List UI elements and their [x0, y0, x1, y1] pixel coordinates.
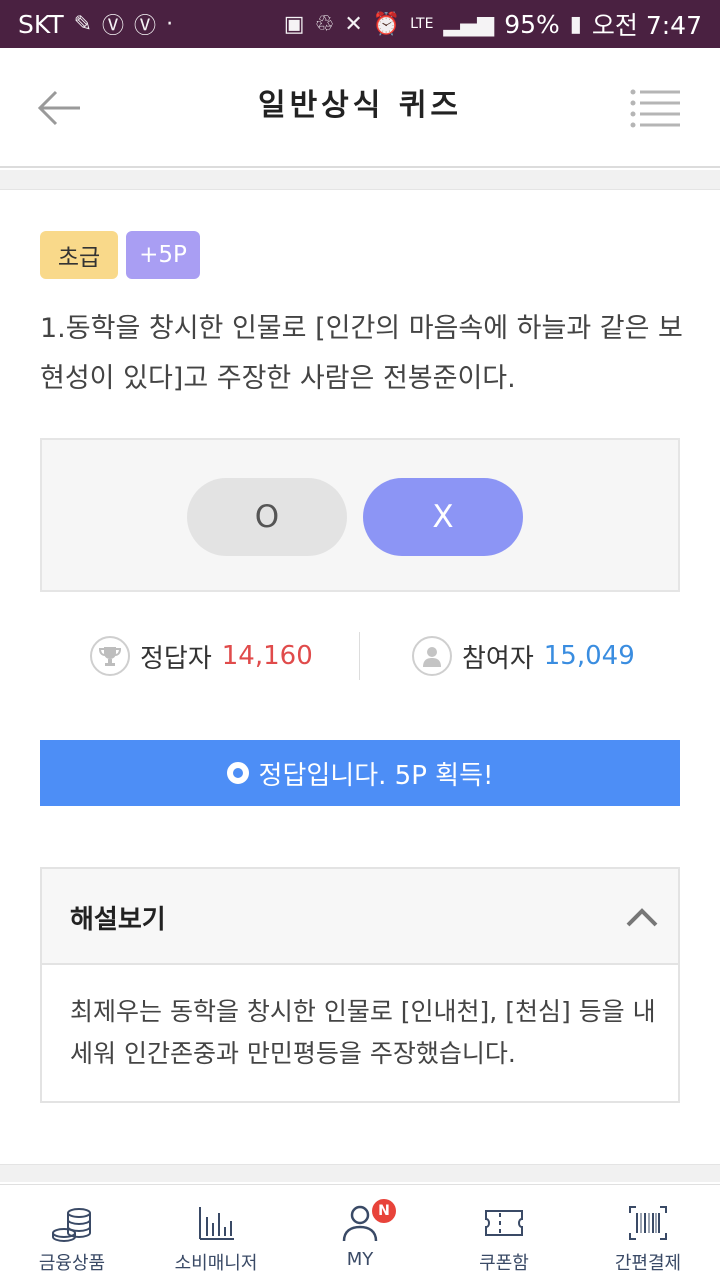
section-divider	[0, 170, 720, 190]
bottom-tab-bar: 금융상품 소비매니저 N MY 쿠폰함 간편결제	[0, 1184, 720, 1280]
explanation-title: 해설보기	[70, 905, 166, 935]
battery-percent: 95%	[504, 9, 560, 39]
ticket-icon	[485, 1210, 523, 1236]
barcode-icon	[629, 1206, 667, 1240]
participant-stat: 참여자 15,049	[412, 630, 635, 682]
status-right: ▣ ♲ ✕ ⏰ LTE ▂▄▆ 95% ▮ 오전 7:47	[284, 6, 702, 42]
tab-spending-manager[interactable]: 소비매니저	[144, 1185, 288, 1280]
answer-x-button[interactable]: X	[363, 478, 523, 556]
answer-box: O X	[40, 438, 680, 592]
menu-button[interactable]	[630, 88, 682, 128]
correct-count: 14,160	[221, 641, 313, 671]
participant-count: 15,049	[543, 641, 635, 671]
tab-label: 쿠폰함	[479, 1253, 529, 1274]
battery-saver-icon: ▣	[283, 11, 305, 37]
stats-divider	[359, 632, 360, 680]
alarm-icon: ⏰	[372, 11, 401, 37]
network-label: LTE	[410, 16, 434, 32]
coins-icon	[52, 1208, 91, 1243]
quiz-question: 1.동학을 창시한 인물로 [인간의 마음속에 하늘과 같은 보현성이 있다]고…	[40, 313, 683, 394]
bottom-divider	[0, 1164, 720, 1182]
quiz-badges: 초급 +5P	[40, 231, 200, 279]
clock: 오전 7:47	[591, 11, 702, 40]
app-bar: 일반상식 퀴즈	[0, 48, 720, 168]
notification-icon: ✎	[73, 11, 93, 37]
level-badge: 초급	[40, 231, 118, 279]
tab-label: 간편결제	[614, 1253, 682, 1274]
trophy-icon	[90, 636, 130, 676]
more-dot-icon: ·	[166, 11, 174, 37]
tab-label: 금융상품	[38, 1253, 106, 1274]
page-title: 일반상식 퀴즈	[257, 88, 463, 123]
answer-o-button[interactable]: O	[187, 478, 347, 556]
battery-icon: ▮	[569, 11, 582, 37]
chevron-up-icon	[626, 908, 658, 927]
tab-label: MY	[346, 1249, 374, 1270]
list-menu-icon	[630, 89, 680, 128]
bar-chart-icon	[199, 1207, 234, 1240]
carrier-label: SKT	[18, 9, 64, 39]
user-icon	[412, 636, 452, 676]
status-left: SKT ✎ Ⓥ Ⓥ ·	[18, 8, 173, 40]
explanation-body: 최제우는 동학을 창시한 인물로 [인내천], [천심] 등을 내세워 인간존중…	[70, 997, 656, 1068]
point-badge: +5P	[126, 231, 200, 279]
new-badge: N	[372, 1199, 396, 1223]
circle-o-icon	[226, 762, 249, 784]
v3-app-icon: Ⓥ	[134, 14, 157, 39]
recycle-icon: ♲	[314, 11, 335, 37]
result-banner: 정답입니다. 5P 획득!	[40, 740, 680, 806]
v-app-icon: Ⓥ	[102, 14, 125, 39]
signal-icon: ▂▄▆	[443, 11, 495, 37]
status-bar: SKT ✎ Ⓥ Ⓥ · ▣ ♲ ✕ ⏰ LTE ▂▄▆ 95% ▮ 오전 7:4…	[0, 0, 720, 48]
explanation-header[interactable]: 해설보기	[42, 869, 678, 965]
tab-label: 소비매니저	[174, 1253, 258, 1274]
correct-label: 정답자	[140, 643, 212, 674]
correct-stat: 정답자 14,160	[90, 630, 313, 682]
collapse-button[interactable]	[622, 897, 662, 937]
result-text: 정답입니다. 5P 획득!	[258, 760, 494, 791]
tab-financial-products[interactable]: 금융상품	[0, 1185, 144, 1280]
participant-label: 참여자	[462, 643, 534, 674]
quiz-stats: 정답자 14,160 참여자 15,049	[40, 630, 680, 682]
tab-easy-pay[interactable]: 간편결제	[576, 1185, 720, 1280]
tab-my[interactable]: N MY	[288, 1185, 432, 1280]
tab-coupon-box[interactable]: 쿠폰함	[432, 1185, 576, 1280]
explanation-panel: 해설보기 최제우는 동학을 창시한 인물로 [인내천], [천심] 등을 내세워…	[40, 867, 680, 1103]
mute-icon: ✕	[344, 11, 363, 37]
